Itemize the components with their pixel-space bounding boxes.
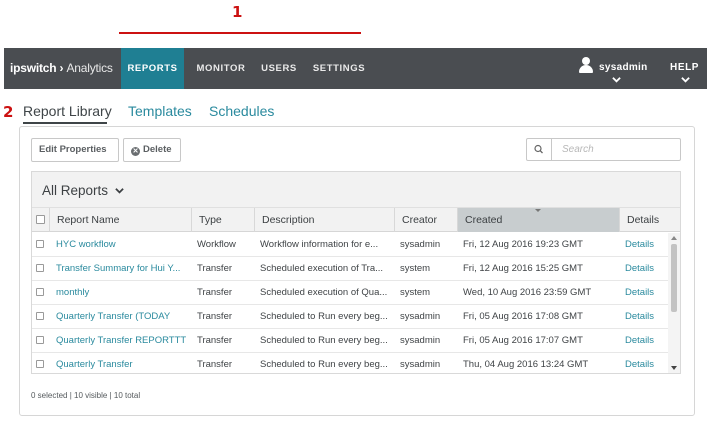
row-checkbox[interactable]: [36, 288, 44, 296]
report-created: Fri, 05 Aug 2016 17:08 GMT: [463, 311, 583, 322]
search-input[interactable]: [551, 138, 681, 161]
delete-button-label: Delete: [143, 144, 172, 155]
report-type: Transfer: [197, 311, 233, 322]
report-type: Transfer: [197, 287, 233, 298]
callout-line: [119, 32, 361, 34]
row-checkbox[interactable]: [36, 336, 44, 344]
column-header-description[interactable]: Description: [254, 208, 394, 232]
delete-icon: ✕: [131, 147, 140, 156]
nav-users[interactable]: USERS: [257, 48, 301, 89]
nav-settings[interactable]: SETTINGS: [309, 48, 369, 89]
report-type: Workflow: [197, 239, 236, 250]
report-type: Transfer: [197, 335, 233, 346]
report-created: Fri, 12 Aug 2016 15:25 GMT: [463, 263, 583, 274]
help-label: HELP: [670, 62, 700, 73]
report-description: Scheduled to Run every beg...: [260, 359, 388, 370]
column-header-report-name[interactable]: Report Name: [49, 208, 191, 232]
user-icon: [579, 57, 593, 73]
row-checkbox[interactable]: [36, 264, 44, 272]
scroll-up-arrow-icon[interactable]: [671, 236, 677, 240]
search-button[interactable]: [526, 138, 552, 161]
logo-product: Analytics: [66, 61, 113, 75]
chevron-down-icon: [115, 188, 124, 194]
user-menu[interactable]: sysadmin: [574, 48, 652, 89]
user-name: sysadmin: [599, 62, 648, 73]
delete-button[interactable]: ✕ Delete: [123, 138, 181, 162]
table-row[interactable]: monthly Transfer Scheduled execution of …: [32, 281, 668, 305]
report-name-link[interactable]: Quarterly Transfer (TODAY: [56, 305, 191, 329]
table-view-bar: All Reports: [32, 172, 680, 208]
report-creator: sysadmin: [400, 239, 441, 250]
table-header-row: Report Name Type Description Creator Cre…: [32, 208, 680, 232]
callout-marker-1: 1: [232, 3, 243, 21]
report-creator: sysadmin: [400, 359, 441, 370]
report-name-link[interactable]: Transfer Summary for Hui Y...: [56, 257, 191, 281]
details-link[interactable]: Details: [625, 329, 667, 353]
top-nav-bar: ipswitch › Analytics REPORTS MONITOR USE…: [4, 48, 707, 89]
active-tab-indicator: [23, 122, 107, 124]
row-checkbox[interactable]: [36, 240, 44, 248]
report-name-link[interactable]: Quarterly Transfer REPORTTT: [56, 329, 191, 353]
column-header-creator[interactable]: Creator: [394, 208, 457, 232]
scroll-down-arrow-icon[interactable]: [671, 366, 677, 370]
sort-descending-icon: [535, 209, 541, 212]
report-description: Scheduled execution of Tra...: [260, 263, 384, 274]
help-menu[interactable]: HELP: [664, 48, 704, 89]
report-created: Fri, 12 Aug 2016 19:23 GMT: [463, 239, 583, 250]
report-description: Scheduled to Run every beg...: [260, 311, 388, 322]
search-icon: [534, 144, 543, 154]
table-row[interactable]: Transfer Summary for Hui Y... Transfer S…: [32, 257, 668, 281]
table-row[interactable]: HYC workflow Workflow Workflow informati…: [32, 233, 668, 257]
tab-report-library[interactable]: Report Library: [23, 103, 112, 119]
callout-marker-2: 2: [3, 103, 14, 121]
column-header-details[interactable]: Details: [619, 208, 680, 232]
table-row[interactable]: Quarterly Transfer (TODAY Transfer Sched…: [32, 305, 668, 329]
report-name-link[interactable]: Quarterly Transfer: [56, 353, 191, 373]
logo-brand: ipswitch: [10, 61, 57, 75]
column-header-type[interactable]: Type: [191, 208, 254, 232]
report-name-link[interactable]: monthly: [56, 281, 191, 305]
chevron-down-icon: [681, 77, 690, 83]
row-checkbox[interactable]: [36, 312, 44, 320]
column-header-created-label: Created: [465, 214, 503, 226]
report-description: Scheduled to Run every beg...: [260, 335, 388, 346]
column-header-created[interactable]: Created: [457, 208, 619, 232]
details-link[interactable]: Details: [625, 305, 667, 329]
details-link[interactable]: Details: [625, 353, 667, 373]
report-description: Workflow information for e...: [260, 239, 379, 250]
reports-table: All Reports Report Name Type Description…: [31, 171, 681, 374]
view-selector-label: All Reports: [42, 183, 109, 198]
report-created: Thu, 04 Aug 2016 13:24 GMT: [463, 359, 589, 370]
edit-properties-button[interactable]: Edit Properties: [31, 138, 119, 162]
table-row[interactable]: Quarterly Transfer REPORTTT Transfer Sch…: [32, 329, 668, 353]
report-type: Transfer: [197, 263, 233, 274]
app-logo[interactable]: ipswitch › Analytics: [10, 61, 113, 75]
chevron-down-icon: [612, 77, 621, 83]
nav-monitor[interactable]: MONITOR: [191, 48, 251, 89]
scrollbar-thumb[interactable]: [671, 244, 677, 312]
report-creator: system: [400, 287, 431, 298]
table-row[interactable]: Quarterly Transfer Transfer Scheduled to…: [32, 353, 668, 373]
details-link[interactable]: Details: [625, 281, 667, 305]
view-selector[interactable]: All Reports: [42, 183, 124, 198]
report-name-link[interactable]: HYC workflow: [56, 233, 191, 257]
report-created: Wed, 10 Aug 2016 23:59 GMT: [463, 287, 592, 298]
report-creator: system: [400, 263, 431, 274]
report-type: Transfer: [197, 359, 233, 370]
tab-schedules[interactable]: Schedules: [209, 103, 274, 119]
select-all-checkbox[interactable]: [36, 215, 45, 224]
logo-separator-icon: ›: [56, 61, 67, 75]
details-link[interactable]: Details: [625, 233, 667, 257]
selection-status: 0 selected | 10 visible | 10 total: [31, 391, 141, 400]
details-link[interactable]: Details: [625, 257, 667, 281]
report-creator: sysadmin: [400, 335, 441, 346]
table-scrollbar[interactable]: [668, 233, 680, 373]
nav-reports[interactable]: REPORTS: [121, 48, 184, 89]
report-creator: sysadmin: [400, 311, 441, 322]
report-description: Scheduled execution of Qua...: [260, 287, 388, 298]
report-created: Fri, 05 Aug 2016 17:07 GMT: [463, 335, 583, 346]
app-root: 1 2 ipswitch › Analytics REPORTS MONITOR…: [0, 0, 711, 429]
row-checkbox[interactable]: [36, 360, 44, 368]
tab-templates[interactable]: Templates: [128, 103, 192, 119]
